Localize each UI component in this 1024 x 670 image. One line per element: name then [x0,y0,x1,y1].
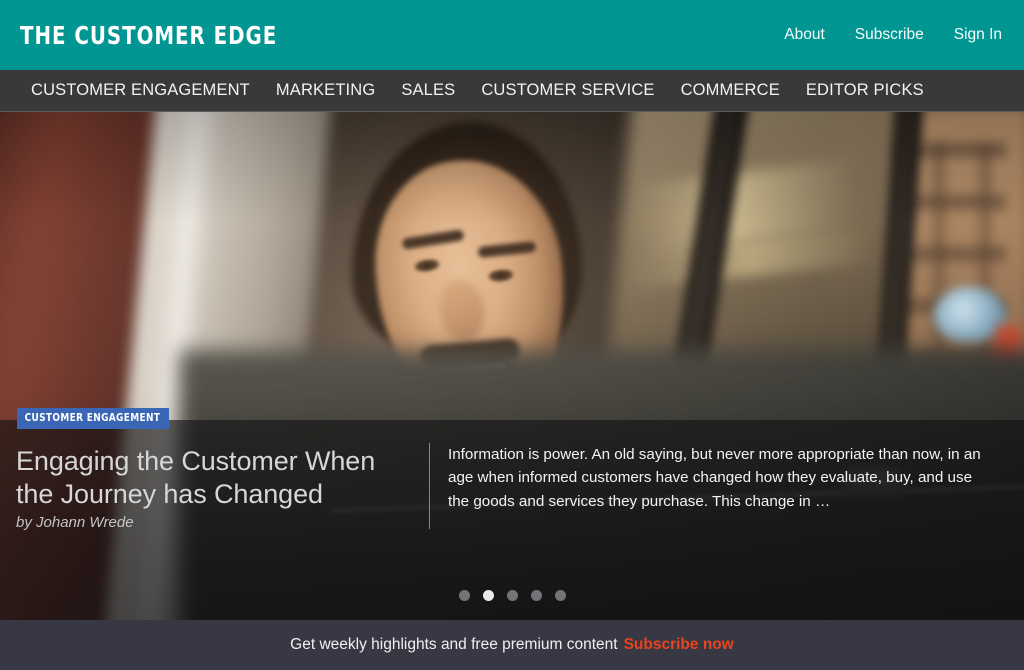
nav-item-customer-service[interactable]: CUSTOMER SERVICE [468,82,667,99]
carousel-dot-4[interactable] [530,590,542,601]
subscribe-cta-text: Get weekly highlights and free premium c… [290,636,618,653]
page-root: THE CUSTOMER EDGE About Subscribe Sign I… [0,0,1024,670]
site-header: THE CUSTOMER EDGE About Subscribe Sign I… [0,0,1024,70]
subscribe-now-link[interactable]: Subscribe now [624,636,734,654]
header-link-subscribe[interactable]: Subscribe [855,26,924,44]
nav-item-customer-engagement[interactable]: CUSTOMER ENGAGEMENT [18,82,263,99]
header-link-about[interactable]: About [784,26,825,44]
subscribe-cta-bar: Get weekly highlights and free premium c… [0,620,1024,670]
header-link-sign-in[interactable]: Sign In [954,26,1002,44]
primary-nav: CUSTOMER ENGAGEMENT MARKETING SALES CUST… [0,70,1024,112]
header-utility-nav: About Subscribe Sign In [784,26,1002,44]
hero-vertical-divider [429,443,430,529]
nav-item-marketing[interactable]: MARKETING [263,82,388,99]
carousel-dot-2[interactable] [482,590,494,601]
carousel-dots [0,590,1024,601]
carousel-dot-1[interactable] [458,590,470,601]
hero-headline-block: Engaging the Customer When the Journey h… [16,445,416,531]
nav-item-commerce[interactable]: COMMERCE [668,82,793,99]
hero-category-badge[interactable]: CUSTOMER ENGAGEMENT [17,408,169,430]
nav-item-editor-picks[interactable]: EDITOR PICKS [793,82,937,99]
carousel-dot-3[interactable] [506,590,518,601]
site-logo[interactable]: THE CUSTOMER EDGE [20,23,277,48]
hero-carousel[interactable]: CUSTOMER ENGAGEMENT Engaging the Custome… [0,112,1024,620]
hero-title[interactable]: Engaging the Customer When the Journey h… [16,445,416,511]
carousel-dot-5[interactable] [554,590,566,601]
hero-excerpt: Information is power. An old saying, but… [448,446,981,510]
hero-byline: by Johann Wrede [16,514,134,532]
nav-item-sales[interactable]: SALES [388,82,468,99]
